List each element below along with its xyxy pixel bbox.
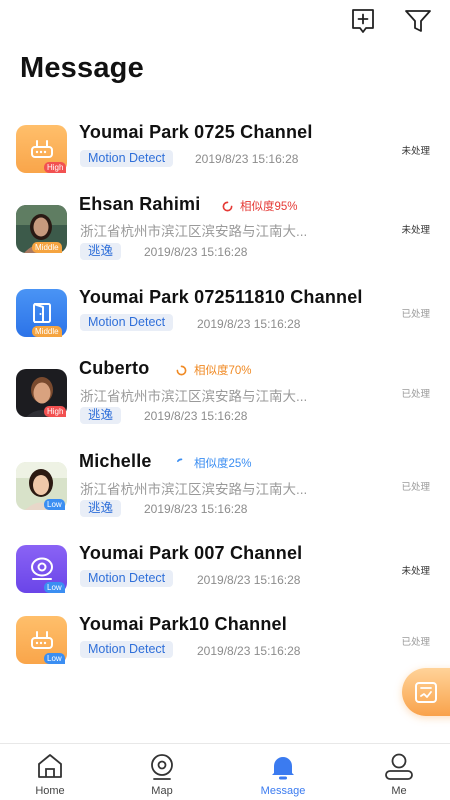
event-tag: Motion Detect xyxy=(80,570,174,587)
address-text: 浙江省杭州市滨江区滨安路与江南大... xyxy=(80,482,308,497)
map-pin-icon xyxy=(151,754,173,780)
event-tag: Motion Detect xyxy=(80,150,174,167)
home-icon xyxy=(38,754,62,778)
task-fab-button[interactable] xyxy=(402,668,450,716)
tab-label: Map xyxy=(151,785,173,797)
similarity-label: 相似度25% xyxy=(194,458,252,470)
message-time: 2019/8/23 15:16:28 xyxy=(144,502,248,516)
level-badge: Middle xyxy=(32,326,62,337)
person-name: Michelle xyxy=(79,451,152,471)
message-time: 2019/8/23 15:16:28 xyxy=(197,573,301,587)
address-text: 浙江省杭州市滨江区滨安路与江南大... xyxy=(80,389,308,404)
message-time: 2019/8/23 15:16:28 xyxy=(197,317,301,331)
level-badge: Low xyxy=(44,499,65,510)
message-time: 2019/8/23 15:16:28 xyxy=(195,152,299,166)
status-badge: 已处理 xyxy=(401,637,430,648)
similarity-score: 相似度95% xyxy=(222,198,298,214)
person-name: Ehsan Rahimi xyxy=(79,194,201,214)
similarity-label: 相似度95% xyxy=(240,201,298,213)
event-tag: 逃逸 xyxy=(80,407,122,424)
status-badge: 已处理 xyxy=(401,389,430,400)
message-time: 2019/8/23 15:16:28 xyxy=(197,644,301,658)
level-badge: Middle xyxy=(32,242,62,253)
tab-home[interactable]: Home xyxy=(10,744,90,800)
event-tag: Motion Detect xyxy=(80,314,174,331)
level-badge: High xyxy=(44,162,67,173)
task-check-icon xyxy=(415,682,437,703)
message-title: Youmai Park 072511810 Channel xyxy=(79,287,363,307)
message-time: 2019/8/23 15:16:28 xyxy=(144,245,248,259)
spinner-icon xyxy=(176,365,187,375)
bell-icon xyxy=(272,757,294,780)
message-title: Youmai Park10 Channel xyxy=(79,614,287,634)
similarity-score: 相似度70% xyxy=(176,362,252,378)
spinner-icon xyxy=(177,458,183,462)
bottom-tab-bar: Home Map Message Me xyxy=(0,743,450,800)
tab-label: Message xyxy=(260,785,306,797)
level-badge: Low xyxy=(44,582,65,593)
top-bar xyxy=(0,0,450,50)
tab-label: Home xyxy=(35,785,65,797)
tab-map[interactable]: Map xyxy=(122,744,202,800)
level-badge: High xyxy=(44,406,67,417)
address-text: 浙江省杭州市滨江区滨安路与江南大... xyxy=(80,224,308,239)
tab-label: Me xyxy=(391,785,407,797)
tab-me[interactable]: Me xyxy=(359,744,439,800)
similarity-score: 相似度25% xyxy=(176,455,252,471)
tab-message[interactable]: Message xyxy=(243,744,323,800)
user-icon xyxy=(385,753,413,780)
filter-icon[interactable] xyxy=(404,7,432,35)
status-badge: 已处理 xyxy=(401,482,430,493)
person-name: Cuberto xyxy=(79,358,150,378)
spinner-icon xyxy=(222,201,233,211)
status-badge: 未处理 xyxy=(401,146,430,157)
message-title: Youmai Park 007 Channel xyxy=(79,543,303,563)
event-tag: Motion Detect xyxy=(80,641,174,658)
event-tag: 逃逸 xyxy=(80,243,122,260)
message-time: 2019/8/23 15:16:28 xyxy=(144,409,248,423)
add-box-icon[interactable] xyxy=(349,7,377,35)
status-badge: 未处理 xyxy=(401,225,430,236)
event-tag: 逃逸 xyxy=(80,500,122,517)
page-title: Message xyxy=(20,52,144,84)
similarity-label: 相似度70% xyxy=(194,365,252,377)
message-title: Youmai Park 0725 Channel xyxy=(79,122,313,142)
status-badge: 已处理 xyxy=(401,309,430,320)
level-badge: Low xyxy=(44,653,65,664)
status-badge: 未处理 xyxy=(401,566,430,577)
